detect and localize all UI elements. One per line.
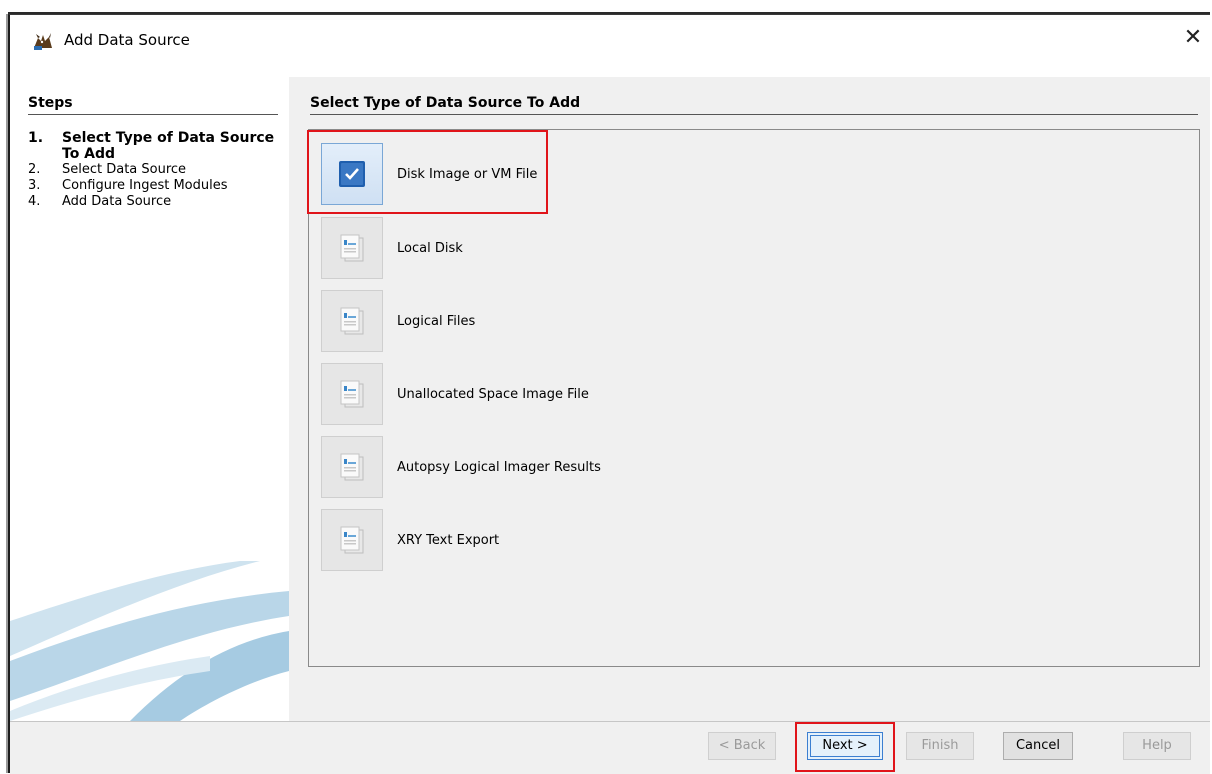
type-option-local-disk[interactable]: Local Disk [321,216,841,280]
type-option-button[interactable] [321,363,383,425]
document-icon [340,307,364,335]
step-label: Select Type of Data Source To Add [62,130,275,162]
step-number: 1. [28,130,44,146]
step-item: 4. Add Data Source [28,194,278,210]
step-number: 3. [28,178,41,193]
document-icon [340,526,364,554]
type-option-button[interactable] [321,436,383,498]
step-number: 2. [28,162,41,177]
step-label: Add Data Source [62,194,172,209]
type-option-xry-text[interactable]: XRY Text Export [321,508,841,572]
type-option-label: Disk Image or VM File [397,166,538,182]
type-option-logical-files[interactable]: Logical Files [321,289,841,353]
back-button[interactable]: < Back [708,732,776,760]
dialog-content: Steps 1. Select Type of Data Source To A… [10,77,1210,721]
type-option-button[interactable] [321,290,383,352]
type-option-button[interactable] [321,143,383,205]
document-icon [340,380,364,408]
step-item: 3. Configure Ingest Modules [28,178,278,194]
dialog-footer: < Back Next > Finish Cancel Help [10,721,1210,774]
type-option-disk-image[interactable]: Disk Image or VM File [321,142,841,206]
next-button-label: Next > [810,735,880,757]
type-option-label: Autopsy Logical Imager Results [397,459,601,475]
type-option-button[interactable] [321,509,383,571]
step-item: 2. Select Data Source [28,162,278,178]
type-option-label: Logical Files [397,313,476,329]
checkbox-checked-icon [339,161,365,187]
step-number: 4. [28,194,41,209]
help-button[interactable]: Help [1123,732,1191,760]
section-title: Select Type of Data Source To Add [310,95,1198,115]
steps-sidebar: Steps 1. Select Type of Data Source To A… [10,77,289,721]
next-button[interactable]: Next > [807,732,883,760]
title-bar: Add Data Source ✕ [10,15,1210,59]
step-label: Select Data Source [62,162,187,177]
cancel-button[interactable]: Cancel [1003,732,1073,760]
document-icon [340,234,364,262]
step-label: Configure Ingest Modules [62,178,228,193]
data-source-type-panel: Disk Image or VM File Local Disk Logical… [307,129,1200,667]
add-data-source-dialog: Add Data Source ✕ Steps 1. Select Type o… [8,14,1210,774]
type-option-button[interactable] [321,217,383,279]
steps-list: 1. Select Type of Data Source To Add 2. … [28,130,278,210]
type-option-logical-imager[interactable]: Autopsy Logical Imager Results [321,435,841,499]
finish-button[interactable]: Finish [906,732,974,760]
window-title: Add Data Source [64,31,190,49]
document-icon [340,453,364,481]
steps-heading: Steps [28,95,278,115]
type-option-unallocated-space[interactable]: Unallocated Space Image File [321,362,841,426]
close-button[interactable]: ✕ [1180,25,1206,51]
close-icon: ✕ [1183,25,1203,50]
type-option-label: Local Disk [397,240,463,256]
type-option-label: XRY Text Export [397,532,500,548]
autopsy-dog-icon [34,33,52,50]
main-panel: Select Type of Data Source To Add Disk I… [289,77,1210,721]
step-item: 1. Select Type of Data Source To Add [28,130,278,162]
type-option-label: Unallocated Space Image File [397,386,589,402]
sidebar-decoration [10,561,289,721]
